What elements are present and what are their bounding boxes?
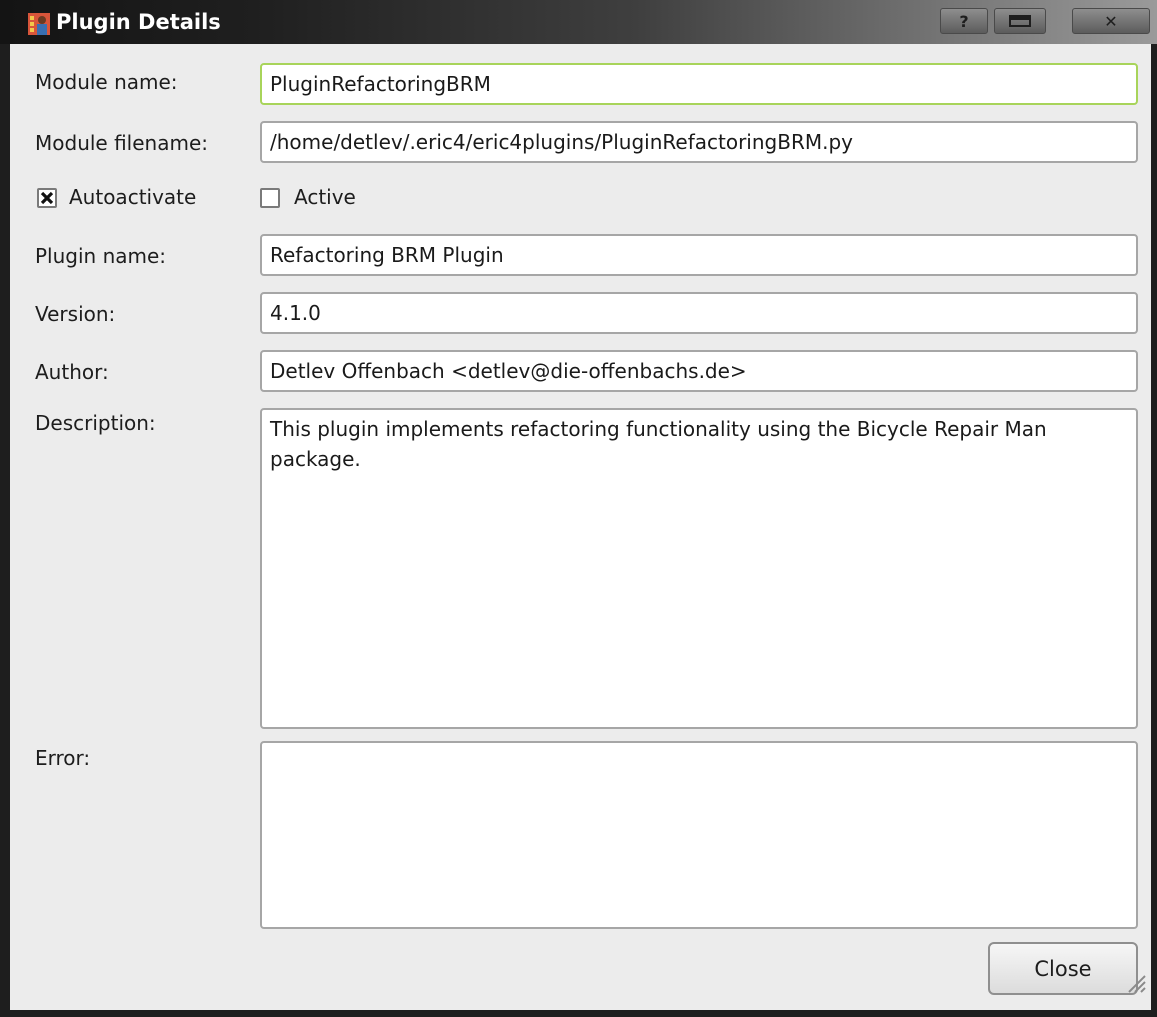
help-button[interactable]: ? xyxy=(940,8,988,34)
version-field[interactable]: 4.1.0 xyxy=(260,292,1138,334)
module-name-label: Module name: xyxy=(35,70,178,94)
description-textarea[interactable]: This plugin implements refactoring funct… xyxy=(260,408,1138,729)
active-checkbox[interactable]: Active xyxy=(260,185,410,211)
plugin-details-dialog: Plugin Details ? ✕ Module name: PluginRe… xyxy=(0,0,1157,1017)
error-textarea[interactable] xyxy=(260,741,1138,929)
error-label: Error: xyxy=(35,746,91,770)
autoactivate-label: Autoactivate xyxy=(69,185,197,209)
plugin-name-field[interactable]: Refactoring BRM Plugin xyxy=(260,234,1138,276)
close-button[interactable]: Close xyxy=(988,942,1138,995)
module-name-field[interactable]: PluginRefactoringBRM xyxy=(260,63,1138,105)
resize-grip-icon[interactable] xyxy=(1123,970,1147,998)
active-check-icon xyxy=(260,188,280,208)
maximize-icon xyxy=(1009,15,1031,27)
active-label: Active xyxy=(294,185,356,209)
dialog-body: Module name: PluginRefactoringBRM Module… xyxy=(10,44,1151,1010)
author-label: Author: xyxy=(35,360,109,384)
author-field[interactable]: Detlev Offenbach <detlev@die-offenbachs.… xyxy=(260,350,1138,392)
module-filename-field[interactable]: /home/detlev/.eric4/eric4plugins/PluginR… xyxy=(260,121,1138,163)
description-label: Description: xyxy=(35,411,156,435)
autoactivate-checkbox[interactable]: Autoactivate xyxy=(35,185,235,211)
help-icon: ? xyxy=(959,11,969,31)
window-title: Plugin Details xyxy=(56,10,221,34)
version-label: Version: xyxy=(35,302,116,326)
module-filename-label: Module filename: xyxy=(35,131,208,155)
title-bar[interactable]: Plugin Details ? ✕ xyxy=(0,0,1157,44)
plugin-name-label: Plugin name: xyxy=(35,244,167,268)
window-close-button[interactable]: ✕ xyxy=(1072,8,1150,34)
maximize-button[interactable] xyxy=(994,8,1046,34)
close-icon: ✕ xyxy=(1104,11,1118,31)
autoactivate-check-icon xyxy=(37,188,57,208)
app-icon xyxy=(28,13,50,35)
